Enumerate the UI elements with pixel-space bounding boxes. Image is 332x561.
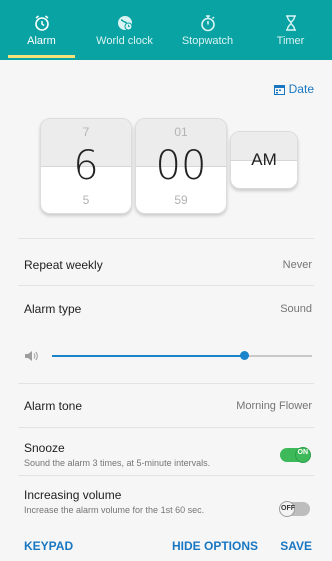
- tab-label: World clock: [96, 34, 153, 47]
- hour-value: 6: [73, 143, 99, 189]
- keypad-button[interactable]: KEYPAD: [24, 539, 73, 553]
- alarm-type-row[interactable]: Alarm type Sound: [24, 302, 312, 316]
- hide-options-button[interactable]: HIDE OPTIONS: [172, 539, 258, 553]
- tab-label: Timer: [276, 34, 305, 47]
- minute-picker[interactable]: 01 00 59: [135, 118, 227, 214]
- volume-fill: [52, 355, 245, 357]
- hour-next-value: 7: [82, 125, 90, 139]
- alarm-tone-row[interactable]: Alarm tone Morning Flower: [24, 399, 312, 413]
- increasing-volume-toggle[interactable]: OFF: [279, 501, 310, 517]
- divider: [18, 475, 314, 476]
- divider: [18, 285, 314, 286]
- volume-row: [24, 346, 312, 366]
- snooze-toggle-state: ON: [297, 449, 309, 456]
- tab-bar: Alarm World clock Stopwatch Timer: [0, 0, 332, 60]
- hour-prev-value: 5: [82, 193, 90, 207]
- repeat-weekly-label: Repeat weekly: [24, 258, 103, 272]
- bottom-action-bar: KEYPAD HIDE OPTIONS SAVE: [0, 528, 332, 561]
- minute-prev-value: 59: [174, 193, 188, 207]
- alarm-tone-value: Morning Flower: [236, 400, 312, 412]
- date-label: Date: [288, 82, 314, 96]
- globe-clock-icon: [117, 15, 132, 30]
- snooze-row[interactable]: Snooze Sound the alarm 3 times, at 5-min…: [24, 441, 264, 468]
- save-button[interactable]: SAVE: [280, 539, 312, 553]
- increasing-volume-toggle-state: OFF: [281, 505, 295, 512]
- alarm-type-value: Sound: [280, 303, 312, 315]
- tab-stopwatch[interactable]: Stopwatch: [166, 0, 249, 60]
- tab-label: Stopwatch: [181, 34, 234, 47]
- tab-alarm[interactable]: Alarm: [0, 0, 83, 60]
- hour-picker[interactable]: 7 6 5: [40, 118, 132, 214]
- minute-value: 00: [155, 143, 207, 189]
- divider: [18, 427, 314, 428]
- tab-label: Alarm: [27, 34, 56, 47]
- repeat-weekly-value: Never: [282, 259, 312, 271]
- increasing-volume-label: Increasing volume: [24, 488, 122, 502]
- volume-slider[interactable]: [52, 346, 312, 366]
- speaker-icon: [25, 351, 38, 361]
- alarm-tone-label: Alarm tone: [24, 399, 83, 413]
- calendar-icon: [273, 84, 285, 95]
- tab-timer[interactable]: Timer: [249, 0, 332, 60]
- repeat-weekly-row[interactable]: Repeat weekly Never: [24, 258, 312, 272]
- date-button[interactable]: Date: [273, 82, 314, 96]
- ampm-value: AM: [251, 150, 277, 169]
- divider: [18, 238, 314, 239]
- alarm-clock-icon: [34, 14, 49, 31]
- ampm-picker[interactable]: AM: [230, 131, 298, 189]
- minute-next-value: 01: [174, 125, 188, 139]
- divider: [18, 383, 314, 384]
- snooze-description: Sound the alarm 3 times, at 5-minute int…: [24, 458, 211, 468]
- stopwatch-icon: [200, 14, 215, 31]
- snooze-label: Snooze: [24, 441, 65, 455]
- volume-thumb[interactable]: [240, 351, 250, 360]
- snooze-toggle[interactable]: ON: [280, 447, 311, 463]
- increasing-volume-row[interactable]: Increasing volume Increase the alarm vol…: [24, 488, 264, 515]
- alarm-type-label: Alarm type: [24, 302, 82, 316]
- hourglass-icon: [285, 14, 296, 31]
- increasing-volume-description: Increase the alarm volume for the 1st 60…: [24, 505, 205, 515]
- tab-world-clock[interactable]: World clock: [83, 0, 166, 60]
